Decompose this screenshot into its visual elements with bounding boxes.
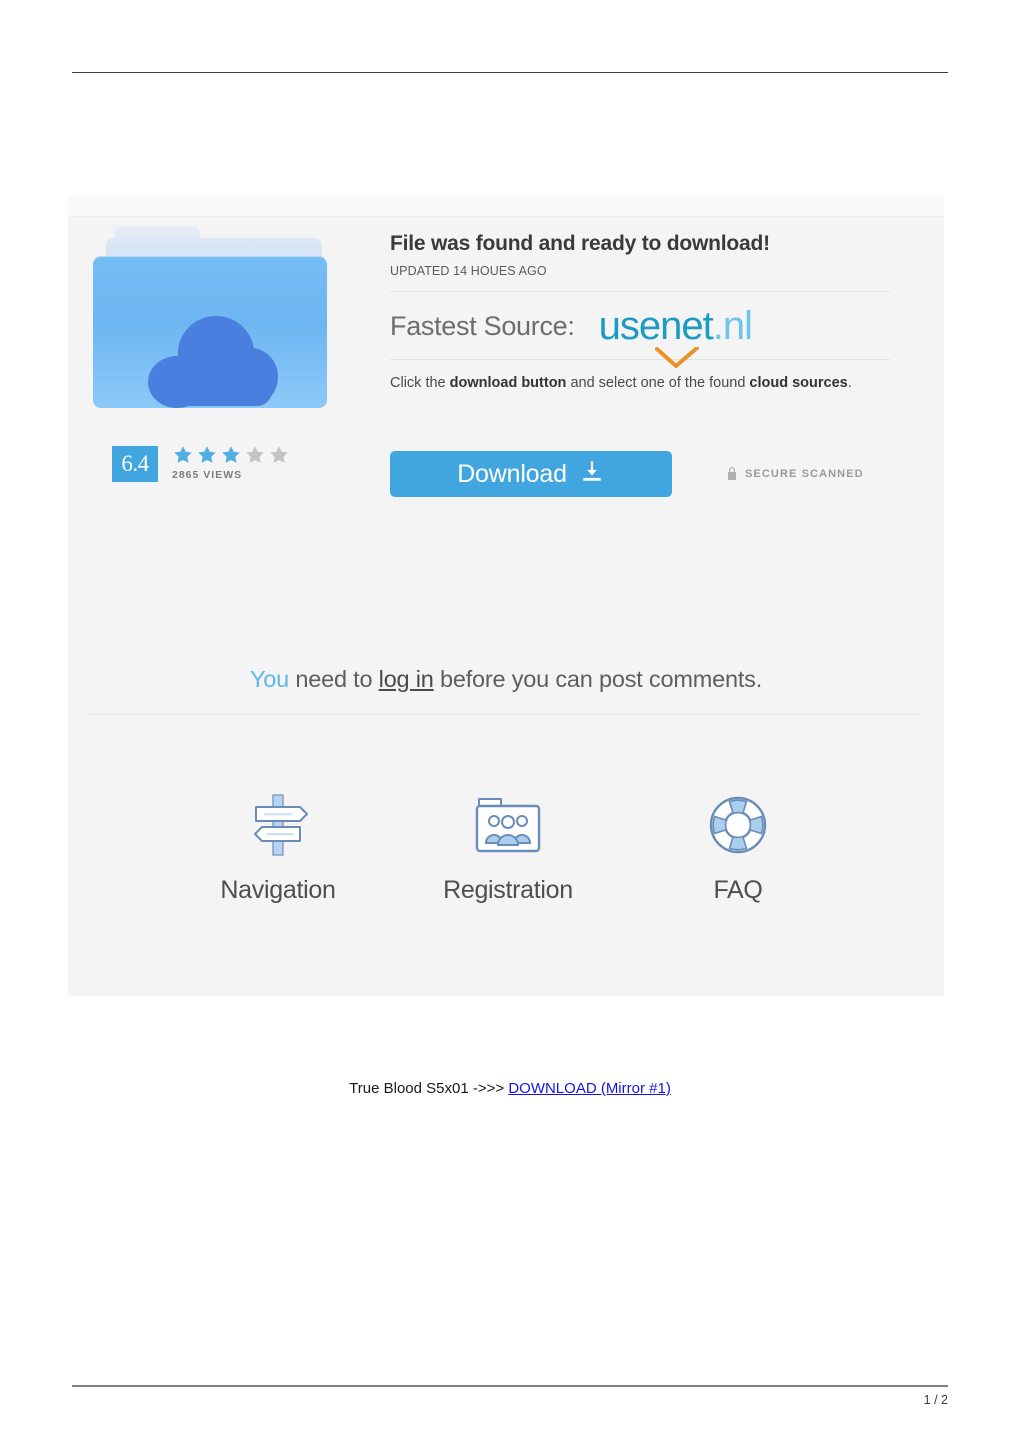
login-required-message: You need to log in before you can post c…	[68, 666, 944, 693]
feature-navigation-label: Navigation	[220, 876, 336, 904]
logo-text-tld: .nl	[712, 304, 753, 348]
ad-divider-2	[390, 359, 890, 360]
feature-links: Navigation Registration FAQ	[178, 786, 838, 905]
cloud-shape	[148, 314, 278, 408]
signpost-icon	[178, 786, 378, 864]
feature-registration[interactable]: Registration	[408, 786, 608, 905]
ad-divider-1	[390, 291, 890, 292]
desc-bold-1: download button	[449, 375, 567, 391]
score-badge: 6.4	[112, 446, 158, 482]
star-rating	[172, 444, 290, 466]
card-top-strip	[68, 196, 944, 217]
star-icon-5	[268, 444, 290, 466]
lock-icon	[726, 466, 738, 483]
caption-text: True Blood S5x01 ->>>	[349, 1080, 509, 1097]
page-header-rule	[72, 72, 948, 73]
ad-headline: File was found and ready to download!	[390, 232, 770, 255]
ad-description: Click the download button and select one…	[390, 375, 890, 391]
stars-block: 2865 VIEWS	[172, 446, 290, 481]
star-icon-1	[172, 444, 194, 466]
usenet-nl-logo: usenet.nl	[599, 304, 753, 368]
download-button-label: Download	[457, 459, 567, 488]
views-count: 2865 VIEWS	[172, 469, 243, 481]
secure-scanned-badge: SECURE SCANNED	[726, 466, 864, 483]
desc-part-2: and select one of the found	[566, 375, 750, 391]
download-row: Download SECURE SCANNED	[390, 451, 864, 497]
download-mirror-link[interactable]: DOWNLOAD (Mirror #1)	[508, 1080, 671, 1097]
rating-block: 6.4 2865 VIEWS	[112, 446, 290, 482]
download-icon	[579, 458, 605, 491]
fastest-source-label: Fastest Source:	[390, 310, 575, 341]
feature-registration-label: Registration	[443, 876, 573, 904]
star-icon-2	[196, 444, 218, 466]
feature-faq[interactable]: FAQ	[638, 786, 838, 905]
page-number: 1 / 2	[923, 1393, 948, 1407]
desc-part-1: Click the	[390, 375, 450, 391]
orange-check-icon	[654, 336, 699, 368]
login-you-text: You	[249, 666, 289, 692]
desc-bold-2: cloud sources	[749, 375, 848, 391]
life-ring-icon	[638, 786, 838, 864]
updated-label: UPDATED 14 HOUES AGO	[390, 264, 547, 278]
cloud-folder-icon	[86, 220, 336, 420]
folder-body	[93, 256, 327, 408]
folder-people-icon	[408, 786, 608, 864]
ad-text-column: File was found and ready to download! UP…	[390, 232, 890, 391]
download-ad-card: 6.4 2865 VIEWS File was found and ready …	[68, 196, 944, 996]
download-button[interactable]: Download	[390, 451, 672, 497]
feature-navigation[interactable]: Navigation	[178, 786, 378, 905]
log-in-link[interactable]: log in	[379, 666, 434, 692]
feature-faq-label: FAQ	[713, 876, 763, 904]
desc-part-3: .	[847, 375, 852, 391]
page-footer-rule	[72, 1385, 948, 1387]
login-mid-text: need to	[289, 666, 379, 692]
secure-scanned-label: SECURE SCANNED	[745, 468, 864, 480]
star-icon-4	[244, 444, 266, 466]
login-tail-text: before you can post comments.	[433, 666, 763, 692]
fastest-source-row: Fastest Source: usenet.nl	[390, 304, 890, 368]
star-icon-3	[220, 444, 242, 466]
caption-line: True Blood S5x01 ->>> DOWNLOAD (Mirror #…	[0, 1080, 1020, 1097]
ad-divider-3	[90, 714, 922, 715]
